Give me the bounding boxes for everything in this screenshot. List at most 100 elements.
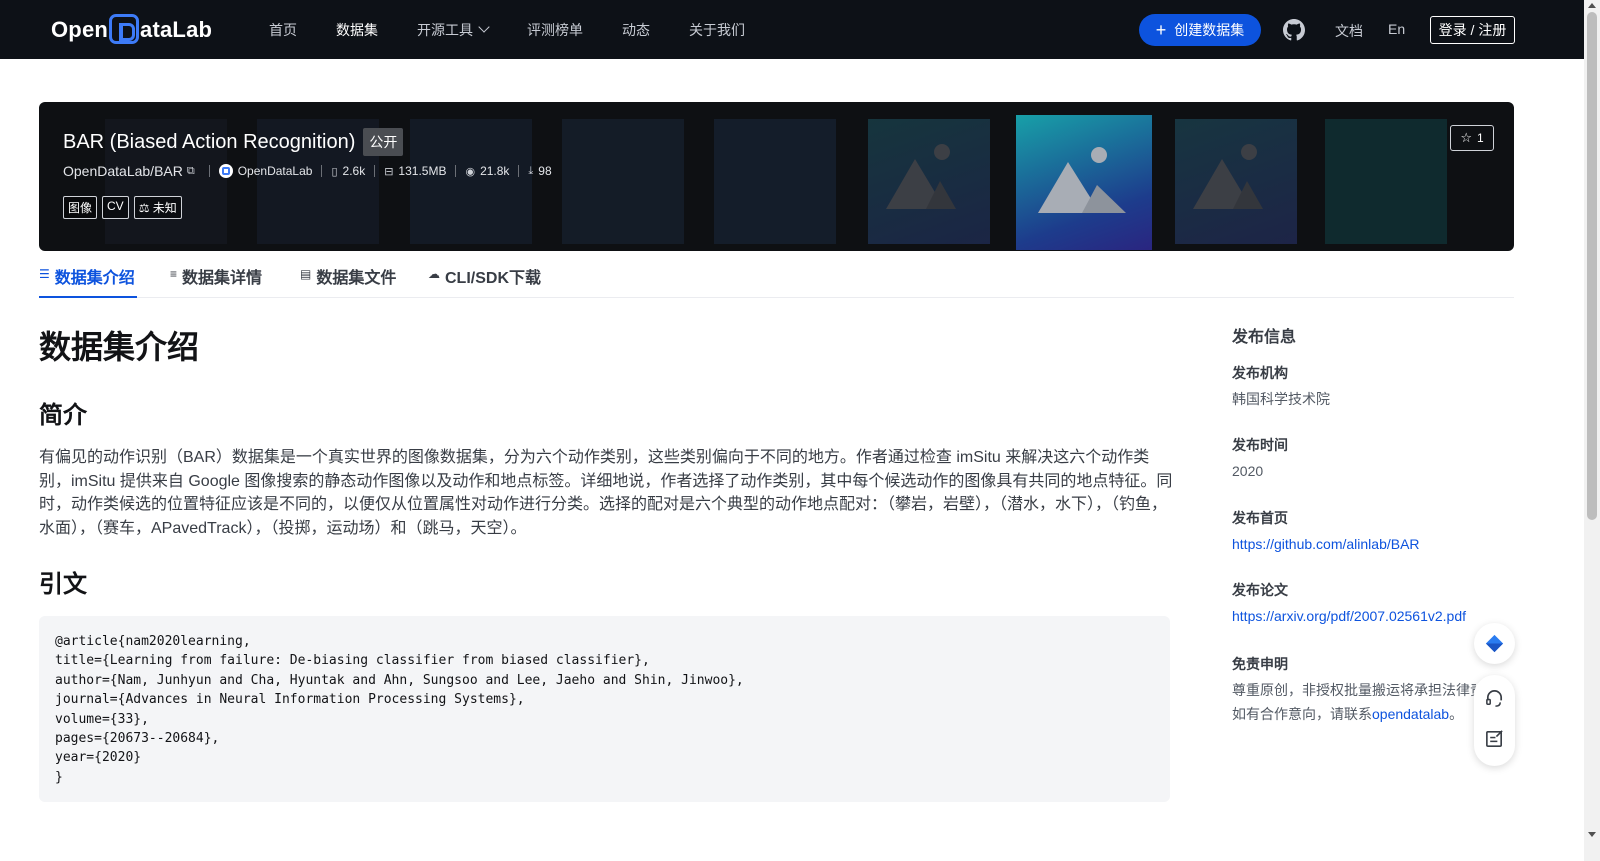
sidebar-title: 发布信息 (1232, 329, 1297, 346)
dataset-size: 131.5MB (398, 164, 447, 178)
plus-icon: + (1155, 20, 1167, 40)
star-button[interactable]: ☆ 1 (1450, 125, 1494, 151)
tab-files-label: 数据集文件 (316, 270, 397, 287)
floating-toolbar (1474, 675, 1515, 766)
citation-code-block[interactable]: @article{nam2020learning, title={Learnin… (39, 616, 1170, 802)
storage-icon: ⊟ (384, 165, 394, 178)
logo-d-icon (109, 14, 140, 44)
headset-icon[interactable] (1484, 688, 1505, 709)
tab-details-label: 数据集详情 (182, 270, 263, 287)
tag-license-label: 未知 (152, 201, 177, 215)
tab-details[interactable]: ≡ 数据集详情 (170, 264, 262, 298)
nav-home-label: 首页 (269, 21, 297, 38)
github-icon[interactable] (1283, 19, 1305, 41)
disclaimer-label: 免责申明 (1232, 656, 1288, 672)
tab-files[interactable]: ▤ 数据集文件 (300, 264, 396, 298)
summary-heading: 简介 (39, 402, 87, 429)
docs-link[interactable]: 文档 (1335, 21, 1363, 41)
dataset-meta: OpenDataLab/BAR ⧉ OpenDataLab ▯ 2.6k ⊟ 1… (63, 163, 552, 179)
citation-heading: 引文 (39, 571, 87, 598)
homepage-link[interactable]: https://github.com/alinlab/BAR (1232, 536, 1420, 552)
summary-text: 有偏见的动作识别（BAR）数据集是一个真实世界的图像数据集，分为六个动作类别，这… (39, 449, 1173, 537)
preview-thumbnail (410, 119, 532, 244)
org-label: 发布机构 (1232, 365, 1288, 381)
tab-cli-sdk-label: CLI/SDK下载 (445, 270, 542, 287)
copy-icon[interactable]: ⧉ (187, 165, 195, 178)
create-dataset-label: 创建数据集 (1174, 22, 1245, 38)
publisher-avatar (218, 164, 233, 178)
contact-link[interactable]: opendatalab (1372, 706, 1449, 722)
scroll-down-arrow-icon[interactable] (1588, 832, 1596, 837)
tab-intro-label: 数据集介绍 (54, 270, 135, 287)
nav-open-tools-label: 开源工具 (417, 21, 473, 38)
paper-label: 发布论文 (1232, 582, 1288, 598)
file-icon: ▤ (300, 267, 312, 281)
preview-thumbnail (562, 119, 684, 244)
database-icon: ☰ (39, 267, 50, 281)
download-count: 98 (538, 164, 552, 178)
files-icon: ▯ (331, 165, 338, 178)
image-placeholder-icon (886, 144, 956, 209)
nav-datasets-label: 数据集 (336, 21, 378, 38)
scroll-up-arrow-icon[interactable] (1588, 3, 1596, 8)
floating-assistant-button[interactable] (1474, 623, 1515, 664)
divider (518, 165, 520, 177)
nav-about[interactable]: 关于我们 (689, 20, 745, 40)
star-count: 1 (1476, 131, 1484, 145)
time-value: 2020 (1232, 463, 1264, 479)
logo-suffix: ataLab (140, 17, 213, 42)
scale-icon: ⚖ (138, 201, 153, 215)
send-icon (1485, 634, 1504, 653)
opendatalab-logo[interactable]: Open ataLab (51, 14, 212, 46)
disclaimer-prefix: 如有合作意向，请联系 (1232, 706, 1372, 722)
scroll-thumb[interactable] (1587, 12, 1597, 520)
list-icon: ≡ (170, 267, 178, 281)
feedback-icon[interactable] (1484, 728, 1505, 749)
tab-cli-sdk[interactable]: ☁ CLI/SDK下载 (428, 264, 541, 298)
nav-leaderboard[interactable]: 评测榜单 (527, 20, 583, 40)
nav-datasets[interactable]: 数据集 (336, 20, 378, 40)
visibility-badge: 公开 (363, 128, 404, 156)
dataset-path: OpenDataLab/BAR (63, 163, 183, 179)
image-placeholder-icon (1038, 147, 1126, 213)
download-icon: ⤓ (528, 164, 534, 177)
create-dataset-button[interactable]: + 创建数据集 (1139, 14, 1261, 46)
nav-open-tools[interactable]: 开源工具 (417, 20, 490, 40)
page-scrollbar[interactable] (1584, 0, 1600, 861)
preview-thumbnail-active[interactable] (1016, 115, 1152, 250)
nav-news-label: 动态 (622, 21, 650, 38)
dataset-title: BAR (Biased Action Recognition) (63, 130, 356, 153)
divider (321, 165, 323, 177)
preview-thumbnail (1325, 119, 1447, 244)
view-count: 21.8k (480, 164, 510, 178)
nav-home[interactable]: 首页 (269, 20, 297, 40)
publish-info-sidebar: 发布信息 发布机构 韩国科学技术院 发布时间 2020 发布首页 https:/… (1232, 323, 1522, 722)
disclaimer-line2: 如有合作意向，请联系opendatalab。 (1232, 702, 1463, 726)
tag-cv[interactable]: CV (102, 196, 129, 219)
star-icon: ☆ (1460, 130, 1472, 145)
top-navbar: Open ataLab 首页 数据集 开源工具 评测榜单 动态 关于我们 + 创… (0, 0, 1584, 59)
divider (455, 165, 457, 177)
dataset-tabs: ☰ 数据集介绍 ≡ 数据集详情 ▤ 数据集文件 ☁ CLI/SDK下载 (39, 252, 1514, 298)
page-heading: 数据集介绍 (39, 329, 200, 365)
publisher-name[interactable]: OpenDataLab (238, 164, 313, 178)
preview-thumbnail (868, 119, 990, 244)
preview-thumbnail (1175, 119, 1297, 244)
login-register-button[interactable]: 登录 / 注册 (1430, 16, 1515, 44)
tag-license[interactable]: ⚖ 未知 (133, 196, 182, 219)
files-count: 2.6k (342, 164, 366, 178)
tag-image[interactable]: 图像 (63, 196, 98, 219)
nav-leaderboard-label: 评测榜单 (527, 21, 583, 38)
nav-news[interactable]: 动态 (622, 20, 650, 40)
tab-intro[interactable]: ☰ 数据集介绍 (39, 264, 137, 298)
eye-icon: ◉ (465, 165, 476, 178)
nav-about-label: 关于我们 (689, 21, 745, 38)
dataset-tags: 图像 CV ⚖ 未知 (63, 196, 187, 219)
preview-thumbnail (714, 119, 836, 244)
chevron-down-icon (478, 20, 490, 33)
language-switch[interactable]: En (1388, 21, 1405, 37)
paper-link[interactable]: https://arxiv.org/pdf/2007.02561v2.pdf (1232, 608, 1466, 624)
disclaimer-line1: 尊重原创，非授权批量搬运将承担法律责 (1232, 682, 1476, 698)
divider (374, 165, 376, 177)
dataset-banner: BAR (Biased Action Recognition) 公开 OpenD… (39, 102, 1514, 251)
